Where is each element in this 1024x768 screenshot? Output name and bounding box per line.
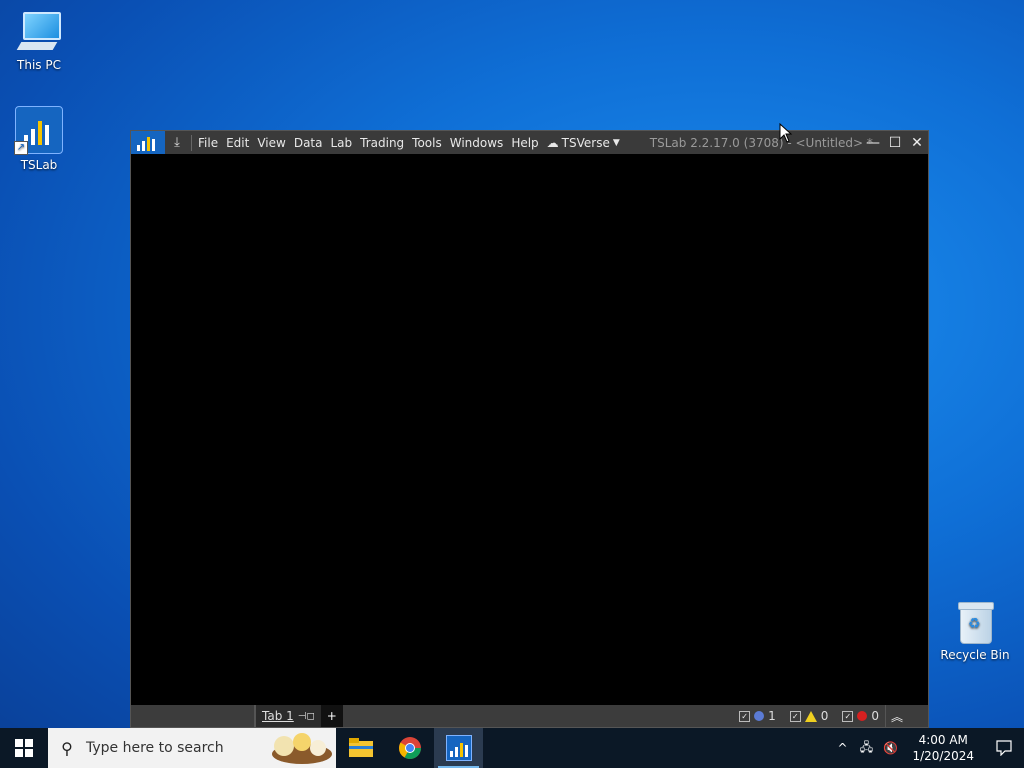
pin-icon[interactable]: ⊣◻	[298, 711, 315, 722]
desktop-icon-recycle-bin[interactable]: ♻ Recycle Bin	[940, 602, 1010, 662]
maximize-button[interactable]: ☐	[884, 131, 906, 154]
search-highlight-image	[272, 733, 332, 764]
system-tray: ^ 🖧 🔇 4:00 AM 1/20/2024	[830, 728, 1024, 768]
menu-windows[interactable]: Windows	[446, 136, 508, 150]
collapse-panel-button[interactable]: ︽	[885, 705, 908, 727]
minimize-icon: —	[866, 134, 880, 151]
recycle-bin-icon: ♻	[956, 602, 994, 644]
chrome-icon	[398, 737, 421, 759]
folder-icon	[348, 738, 373, 757]
volume-muted-icon[interactable]: 🔇	[878, 741, 902, 755]
add-tab-button[interactable]: +	[320, 705, 343, 727]
notifications-button[interactable]	[984, 740, 1024, 756]
menu-lab[interactable]: Lab	[326, 136, 356, 150]
tslab-taskbar-icon	[445, 735, 472, 761]
dropdown-arrow-icon: ▼	[612, 137, 620, 148]
warning-counter[interactable]: ✓ 0	[789, 709, 829, 723]
clock-time: 4:00 AM	[918, 733, 968, 747]
info-count: 1	[768, 709, 776, 723]
notification-icon	[996, 740, 1012, 756]
menu-tsverse[interactable]: ☁ TSVerse ▼	[543, 136, 624, 150]
taskbar-file-explorer[interactable]	[336, 728, 385, 768]
menu-tools[interactable]: Tools	[408, 136, 446, 150]
double-chevron-up-icon: ︽	[890, 709, 903, 724]
resize-grip-icon[interactable]	[908, 705, 928, 727]
menu-edit[interactable]: Edit	[222, 136, 253, 150]
info-counter[interactable]: ✓ 1	[739, 709, 776, 723]
search-icon: ⚲	[61, 738, 73, 758]
clock-date: 1/20/2024	[912, 749, 974, 763]
tab-1[interactable]: Tab 1 ⊣◻	[254, 705, 321, 727]
menu-view[interactable]: View	[253, 136, 289, 150]
menu-help[interactable]: Help	[507, 136, 542, 150]
desktop-icon-label: TSLab	[20, 158, 58, 172]
cloud-icon: ☁	[546, 135, 559, 150]
tsverse-label: TSVerse	[561, 135, 610, 150]
taskbar-tslab[interactable]	[434, 728, 483, 768]
menu-trading[interactable]: Trading	[356, 136, 408, 150]
workspace-area[interactable]	[131, 154, 928, 705]
network-icon[interactable]: 🖧	[854, 738, 878, 759]
minimize-button[interactable]: —	[862, 131, 884, 154]
desktop-icon-label: This PC	[17, 58, 61, 72]
clock[interactable]: 4:00 AM 1/20/2024	[902, 732, 984, 764]
taskbar-chrome[interactable]	[385, 728, 434, 768]
tslab-app-icon: ↗	[14, 106, 63, 155]
status-bar: Tab 1 ⊣◻ + ✓ 1 ✓ 0 ✓ 0 ︽	[131, 705, 928, 727]
info-icon	[754, 711, 765, 721]
desktop-icon-this-pc[interactable]: This PC	[4, 10, 74, 72]
warning-icon	[804, 710, 817, 722]
close-button[interactable]: ✕	[906, 131, 928, 154]
download-icon[interactable]: ⤓	[165, 135, 189, 150]
checkbox-icon[interactable]: ✓	[842, 710, 854, 722]
desktop-icon-label: Recycle Bin	[940, 648, 1010, 662]
error-counter[interactable]: ✓ 0	[842, 709, 879, 723]
shortcut-arrow-icon: ↗	[14, 141, 28, 155]
tab-label: Tab 1	[262, 709, 294, 723]
maximize-icon: ☐	[888, 134, 902, 151]
start-button[interactable]	[0, 728, 48, 768]
window-title: TSLab 2.2.17.0 (3708) - <Untitled> *	[649, 135, 873, 150]
search-placeholder: Type here to search	[86, 740, 224, 756]
menu-data[interactable]: Data	[290, 136, 327, 150]
windows-logo-icon	[15, 739, 33, 757]
taskbar-search-box[interactable]: ⚲ Type here to search	[48, 728, 336, 768]
desktop-icon-tslab[interactable]: ↗ TSLab	[4, 106, 74, 172]
warning-count: 0	[820, 709, 829, 723]
title-bar[interactable]: ⤓ File Edit View Data Lab Trading Tools …	[131, 131, 928, 154]
this-pc-icon	[16, 10, 61, 54]
error-icon	[857, 711, 868, 721]
close-icon: ✕	[911, 134, 923, 151]
menu-separator	[191, 134, 192, 151]
chevron-up-icon[interactable]: ^	[830, 741, 854, 755]
tslab-logo-icon[interactable]	[131, 131, 165, 154]
checkbox-icon[interactable]: ✓	[789, 710, 801, 722]
checkbox-icon[interactable]: ✓	[739, 710, 751, 722]
taskbar: ⚲ Type here to search ^ 🖧 🔇 4:00 AM 1/20…	[0, 728, 1024, 768]
error-count: 0	[871, 709, 879, 723]
tslab-window: ⤓ File Edit View Data Lab Trading Tools …	[130, 130, 929, 728]
menu-file[interactable]: File	[194, 136, 222, 150]
